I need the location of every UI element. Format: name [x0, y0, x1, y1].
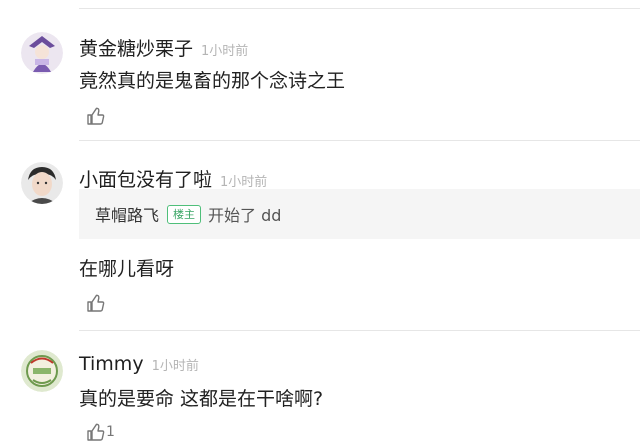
username-text[interactable]: Timmy	[79, 353, 144, 375]
thumbs-up-icon	[87, 423, 105, 441]
avatar[interactable]	[21, 350, 63, 392]
comment-text: 真的是要命 这都是在干啥啊?	[79, 388, 324, 410]
timestamp: 1小时前	[151, 359, 199, 374]
comment-item: Timmy 1小时前 真的是要命 这都是在干啥啊? 1	[0, 0, 640, 442]
like-button[interactable]: 1	[86, 421, 115, 443]
like-count: 1	[106, 424, 115, 440]
username[interactable]: Timmy 1小时前	[79, 353, 199, 375]
